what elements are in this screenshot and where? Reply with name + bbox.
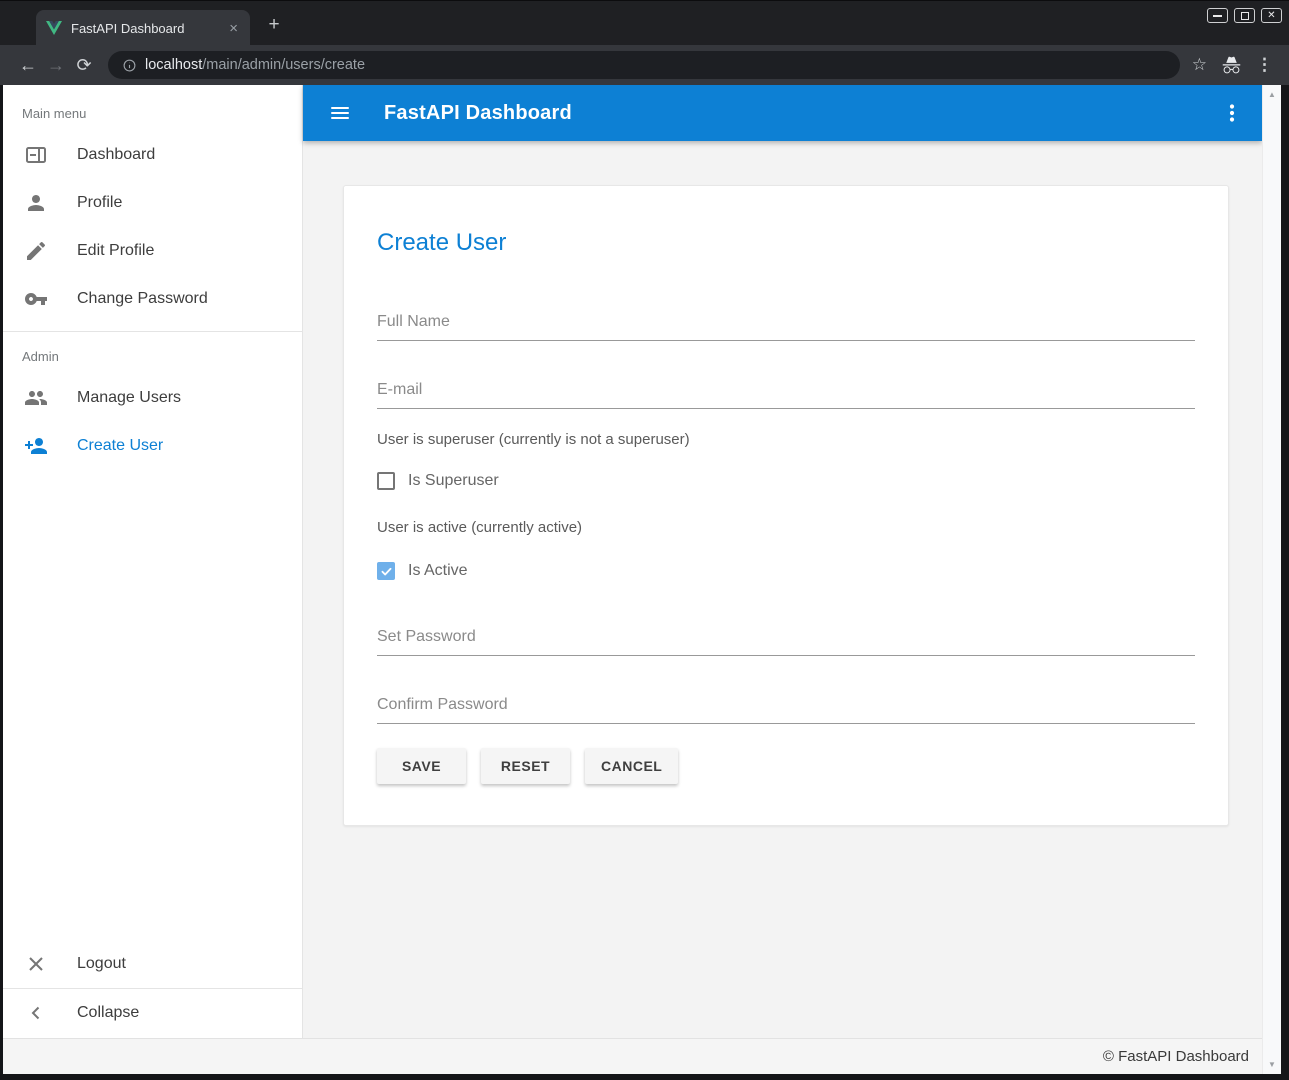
url-text: localhost/main/admin/users/create (145, 57, 365, 73)
url-path: /main/admin/users/create (202, 57, 365, 73)
app-bar: FastAPI Dashboard (303, 85, 1262, 141)
forward-icon[interactable]: → (42, 51, 70, 79)
sidebar-item-label: Profile (77, 194, 122, 212)
superuser-checkbox-row: Is Superuser (377, 472, 1195, 490)
main-area: FastAPI Dashboard Create User User is su… (303, 85, 1262, 1038)
browser-titlebar: FastAPI Dashboard × + ✕ (0, 0, 1289, 45)
page-viewport: Main menu Dashboard Profile (3, 85, 1262, 1074)
copyright-text: © FastAPI Dashboard (1103, 1048, 1249, 1065)
is-active-label: Is Active (408, 562, 468, 580)
appbar-menu-icon[interactable] (1220, 101, 1244, 125)
new-tab-button[interactable]: + (262, 13, 286, 37)
sidebar-item-collapse[interactable]: Collapse (3, 989, 302, 1037)
confirm-password-input[interactable] (377, 696, 1195, 724)
save-button[interactable]: SAVE (377, 748, 466, 784)
sidebar-section-admin: Admin (3, 332, 302, 374)
toolbar-actions: ☆ ⋮ (1192, 55, 1279, 76)
browser-menu-icon[interactable]: ⋮ (1256, 55, 1273, 75)
close-window-icon: ✕ (1267, 11, 1275, 21)
reload-icon[interactable]: ⟳ (70, 51, 98, 79)
sidebar-item-profile[interactable]: Profile (3, 179, 302, 227)
sidebar-item-edit-profile[interactable]: Edit Profile (3, 227, 302, 275)
sidebar: Main menu Dashboard Profile (3, 85, 303, 1038)
url-bar[interactable]: localhost/main/admin/users/create (108, 51, 1180, 79)
is-superuser-label: Is Superuser (408, 472, 499, 490)
sidebar-item-label: Edit Profile (77, 242, 154, 260)
url-host: localhost (145, 57, 202, 73)
maximize-icon (1241, 12, 1249, 20)
sidebar-item-dashboard[interactable]: Dashboard (3, 131, 302, 179)
confirm-password-field-wrap (377, 696, 1195, 724)
back-icon[interactable]: ← (14, 51, 42, 79)
form-actions: SAVE RESET CANCEL (377, 748, 1195, 784)
window-minimize-button[interactable] (1207, 8, 1228, 23)
person-icon (24, 191, 48, 215)
scroll-down-icon[interactable]: ▼ (1268, 1055, 1276, 1074)
window-controls: ✕ (1207, 8, 1282, 23)
page-footer: © FastAPI Dashboard (3, 1038, 1262, 1074)
sidebar-item-label: Manage Users (77, 389, 181, 407)
cancel-button[interactable]: CANCEL (585, 748, 678, 784)
main-content: Create User User is superuser (currently… (303, 141, 1262, 1038)
browser-toolbar: ← → ⟳ localhost/main/admin/users/create … (0, 45, 1289, 85)
dashboard-icon (24, 143, 48, 167)
active-hint: User is active (currently active) (377, 519, 1195, 536)
sidebar-item-label: Create User (77, 437, 163, 455)
superuser-hint: User is superuser (currently is not a su… (377, 431, 1195, 448)
sidebar-item-label: Change Password (77, 290, 208, 308)
sidebar-item-label: Logout (77, 955, 126, 973)
key-icon (24, 287, 48, 311)
sidebar-item-label: Collapse (77, 1004, 139, 1022)
person-add-icon (24, 434, 48, 458)
is-active-checkbox[interactable] (377, 562, 395, 580)
sidebar-item-logout[interactable]: Logout (3, 940, 302, 988)
bookmark-star-icon[interactable]: ☆ (1192, 55, 1207, 75)
sidebar-item-change-password[interactable]: Change Password (3, 275, 302, 323)
tab-title: FastAPI Dashboard (71, 21, 225, 36)
appbar-title: FastAPI Dashboard (384, 102, 572, 125)
pencil-icon (24, 239, 48, 263)
sidebar-item-manage-users[interactable]: Manage Users (3, 374, 302, 422)
sidebar-item-create-user[interactable]: Create User (3, 422, 302, 470)
incognito-icon (1221, 55, 1242, 76)
reset-button[interactable]: RESET (481, 748, 570, 784)
active-checkbox-row: Is Active (377, 562, 1195, 580)
minimize-icon (1213, 15, 1222, 17)
chevron-left-icon (24, 1001, 48, 1025)
people-icon (24, 386, 48, 410)
check-icon (380, 565, 393, 578)
browser-tab[interactable]: FastAPI Dashboard × (36, 10, 250, 46)
email-input[interactable] (377, 381, 1195, 409)
scroll-up-icon[interactable]: ▲ (1268, 85, 1276, 104)
create-user-card: Create User User is superuser (currently… (343, 185, 1229, 826)
set-password-input[interactable] (377, 628, 1195, 656)
page-info-icon[interactable] (122, 58, 137, 73)
close-icon (24, 952, 48, 976)
sidebar-section-main-menu: Main menu (3, 85, 302, 131)
window-maximize-button[interactable] (1234, 8, 1255, 23)
full-name-input[interactable] (377, 313, 1195, 341)
page-title: Create User (377, 229, 1195, 257)
set-password-field-wrap (377, 628, 1195, 656)
vue-logo-icon (46, 21, 62, 35)
full-name-field-wrap (377, 313, 1195, 341)
sidebar-item-label: Dashboard (77, 146, 155, 164)
hamburger-menu-icon[interactable] (328, 101, 352, 125)
email-field-wrap (377, 381, 1195, 409)
tab-close-icon[interactable]: × (225, 19, 242, 38)
is-superuser-checkbox[interactable] (377, 472, 395, 490)
window-close-button[interactable]: ✕ (1261, 8, 1282, 23)
vertical-scrollbar[interactable]: ▲ ▼ (1262, 85, 1281, 1074)
